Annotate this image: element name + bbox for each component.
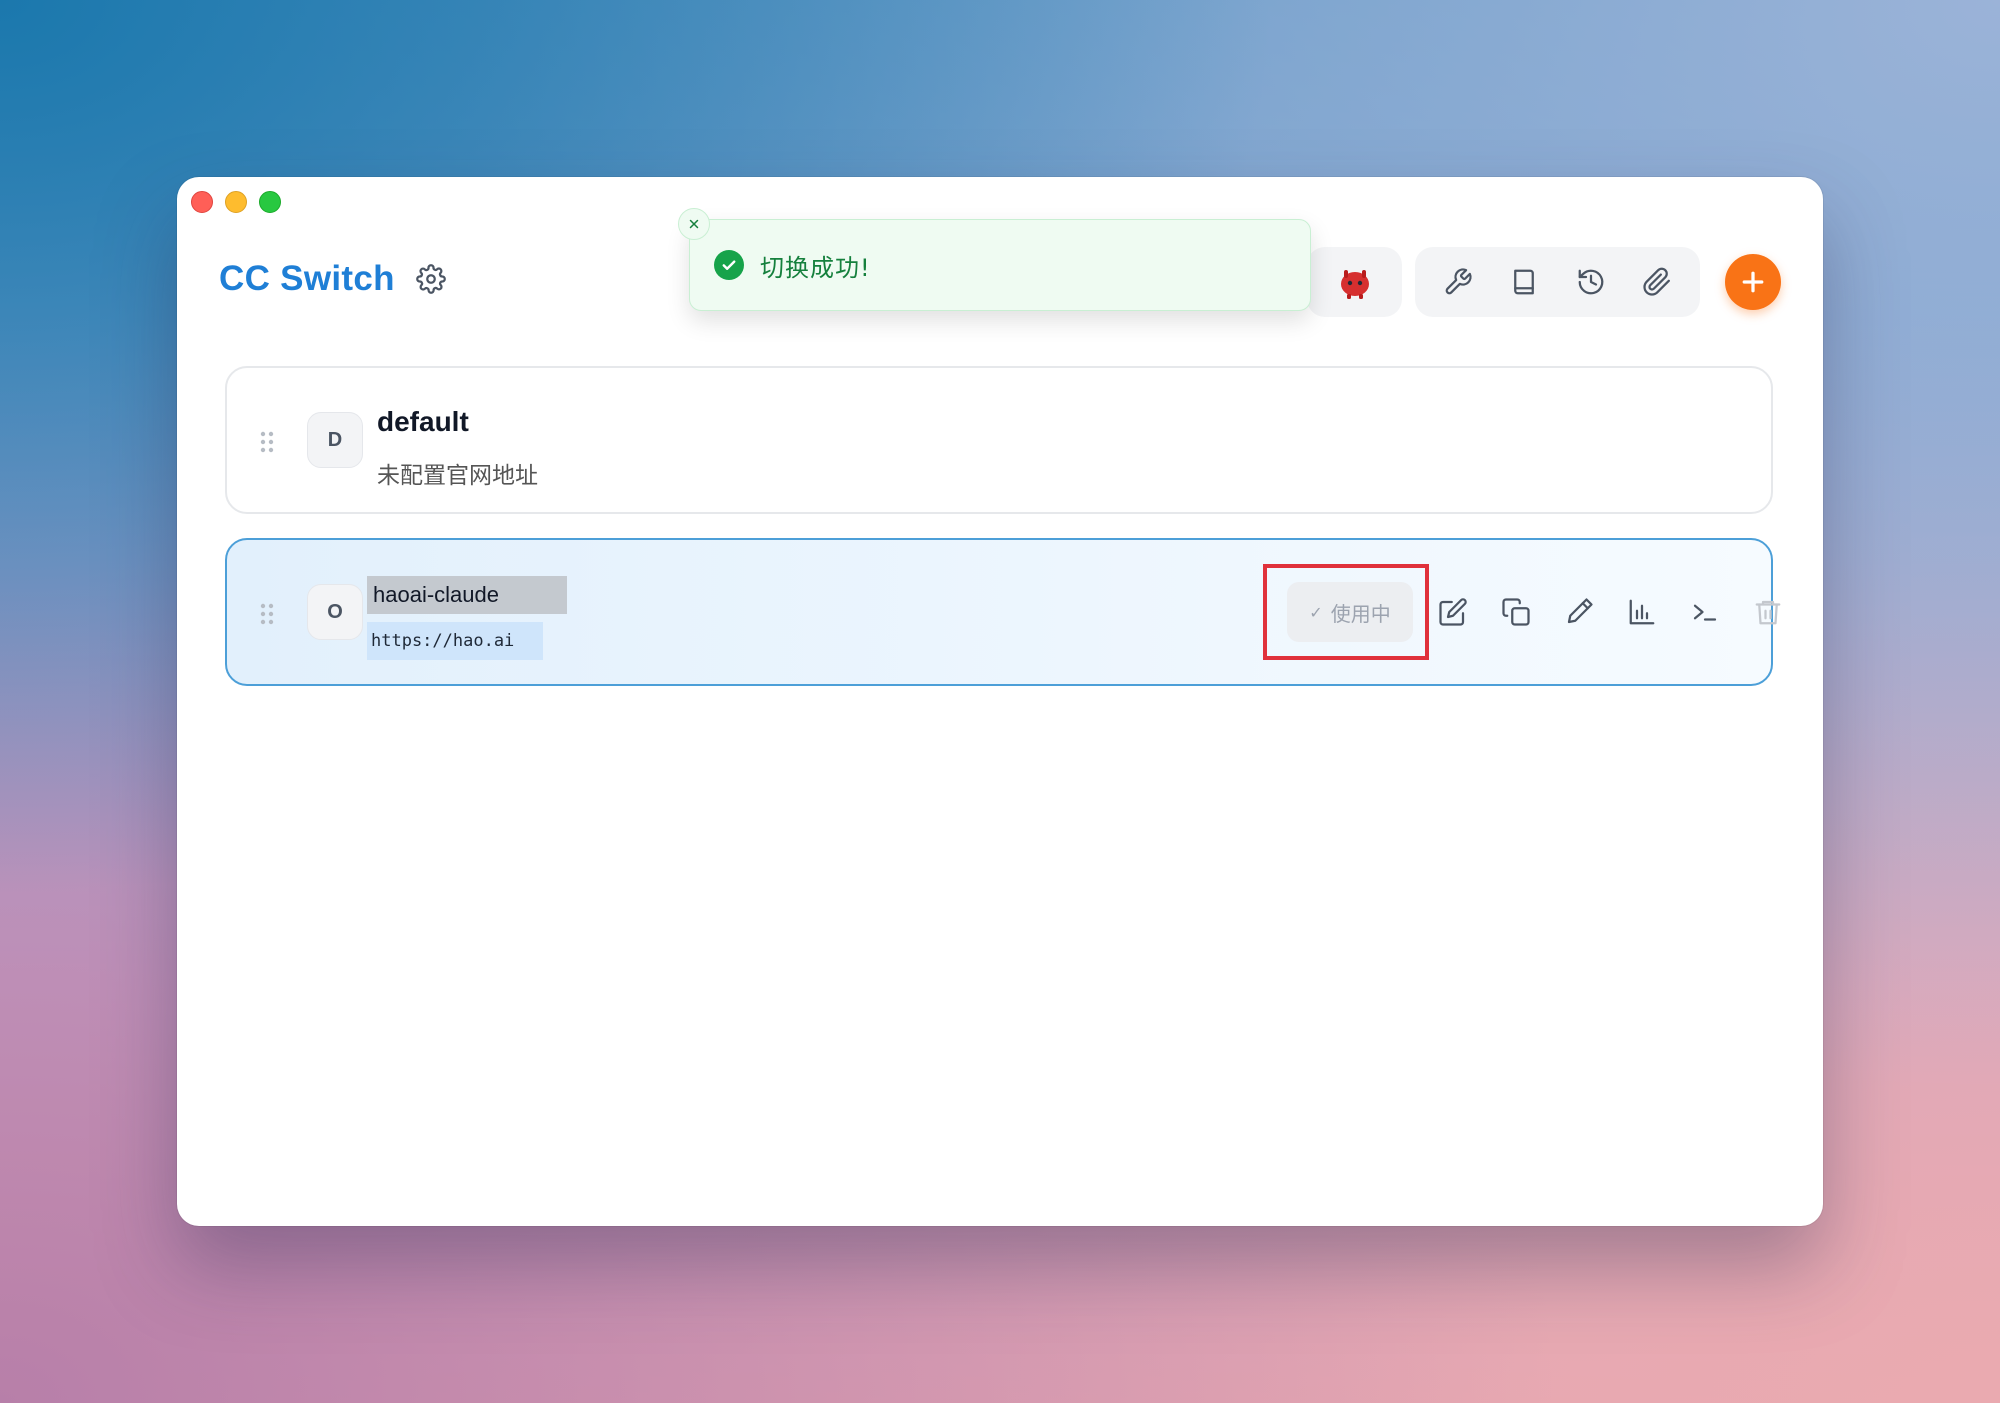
plus-icon xyxy=(1742,271,1764,293)
delete-button[interactable] xyxy=(1748,592,1788,632)
maximize-window-button[interactable] xyxy=(259,191,281,213)
provider-url-link[interactable]: https://hao.ai xyxy=(367,622,543,660)
history-button[interactable] xyxy=(1569,260,1613,304)
edit-button[interactable] xyxy=(1433,592,1473,632)
provider-card-haoai-claude[interactable]: O haoai-claude https://hao.ai ✓ 使用中 xyxy=(225,538,1781,686)
success-toast: 切换成功! xyxy=(678,208,1311,311)
terminal-icon xyxy=(1693,604,1717,621)
in-use-label: 使用中 xyxy=(1330,601,1391,626)
mascot-button[interactable] xyxy=(1333,260,1377,304)
drag-handle-icon[interactable] xyxy=(259,602,275,626)
book-icon xyxy=(1514,269,1535,295)
toast-message: 切换成功! xyxy=(760,253,871,282)
brush-icon xyxy=(1567,598,1593,624)
settings-button[interactable] xyxy=(413,261,449,297)
mascot-icon xyxy=(1340,270,1369,299)
check-icon: ✓ xyxy=(1309,602,1323,622)
trash-icon xyxy=(1755,600,1781,625)
in-use-button[interactable]: ✓ 使用中 xyxy=(1287,582,1413,642)
mascot-group xyxy=(1307,247,1402,317)
close-window-button[interactable] xyxy=(191,191,213,213)
provider-avatar: D xyxy=(307,412,363,468)
provider-avatar: O xyxy=(307,584,363,640)
copy-icon xyxy=(1502,598,1530,626)
gear-icon xyxy=(416,264,446,294)
wrench-icon xyxy=(1445,268,1472,295)
bar-chart-icon xyxy=(1629,599,1655,625)
attachment-button[interactable] xyxy=(1635,260,1679,304)
tools-button[interactable] xyxy=(1436,260,1480,304)
toast-close-button[interactable] xyxy=(678,208,710,240)
app-title: CC Switch xyxy=(219,259,395,298)
docs-button[interactable] xyxy=(1502,260,1546,304)
terminal-button[interactable] xyxy=(1685,592,1725,632)
minimize-window-button[interactable] xyxy=(225,191,247,213)
usage-stats-button[interactable] xyxy=(1622,592,1662,632)
check-circle-icon xyxy=(714,250,744,280)
drag-handle-icon[interactable] xyxy=(259,430,275,454)
provider-website: 未配置官网地址 xyxy=(377,463,538,489)
add-provider-button[interactable] xyxy=(1725,254,1781,310)
provider-name: haoai-claude xyxy=(367,576,567,614)
provider-name: default xyxy=(377,406,469,437)
provider-card-default[interactable]: D default 未配置官网地址 xyxy=(225,366,1773,514)
history-icon xyxy=(1578,269,1603,295)
close-icon xyxy=(689,219,699,229)
customize-button[interactable] xyxy=(1559,592,1599,632)
edit-icon xyxy=(1439,598,1467,626)
app-window: CC Switch 切换成功! D default 未配置官网地址 O haoa… xyxy=(177,177,1823,1226)
paperclip-icon xyxy=(1643,267,1670,296)
duplicate-button[interactable] xyxy=(1496,592,1536,632)
tools-group xyxy=(1415,247,1700,317)
